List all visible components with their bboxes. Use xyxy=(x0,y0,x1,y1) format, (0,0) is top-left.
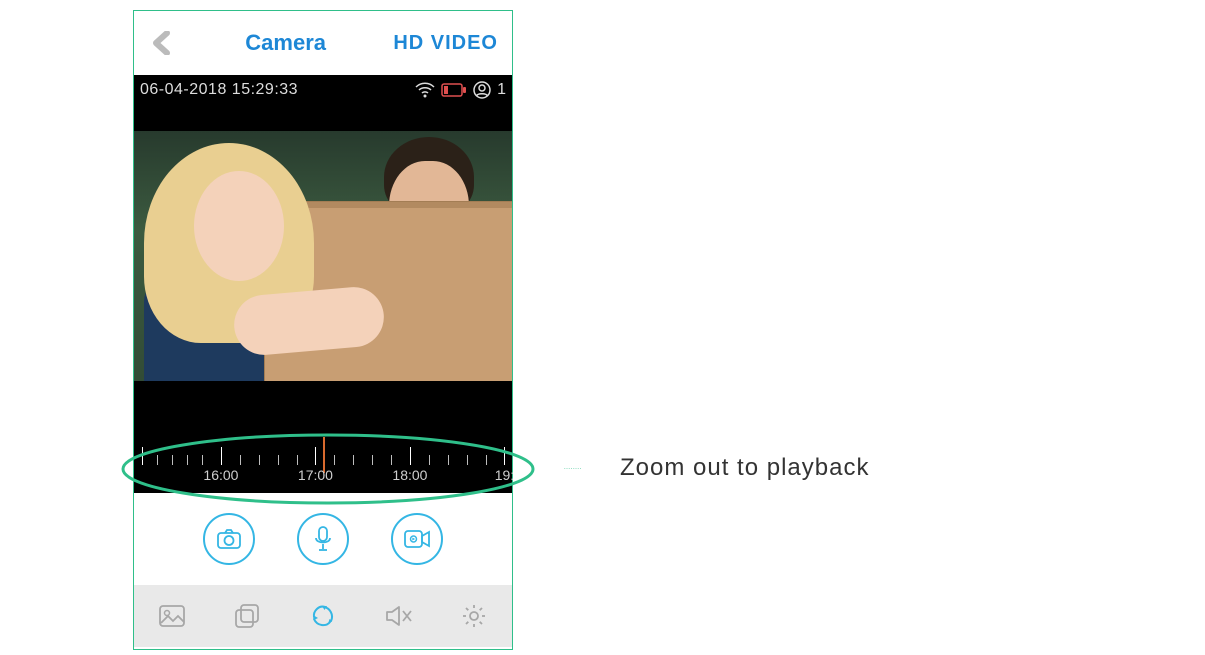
app-header: Camera HD VIDEO xyxy=(134,11,512,75)
record-button[interactable] xyxy=(391,513,443,565)
snapshot-button[interactable] xyxy=(203,513,255,565)
speaker-muted-icon xyxy=(385,605,413,627)
multiview-icon xyxy=(235,604,259,628)
gallery-button[interactable] xyxy=(157,601,187,631)
gallery-icon xyxy=(159,605,185,627)
person-count-icon xyxy=(473,81,491,99)
recycle-icon xyxy=(310,603,336,629)
back-chevron-icon xyxy=(152,31,170,55)
scene-figure xyxy=(194,171,284,281)
annotation-connector xyxy=(538,468,608,469)
recycle-button[interactable] xyxy=(308,601,338,631)
back-button[interactable] xyxy=(144,31,178,55)
multiview-button[interactable] xyxy=(232,601,262,631)
phone-frame: Camera HD VIDEO 06-04-2018 15:29:33 xyxy=(133,10,513,650)
wifi-icon xyxy=(415,82,435,98)
timeline-label: 16:00 xyxy=(203,467,238,483)
annotation-text: Zoom out to playback xyxy=(620,454,869,482)
page-title: Camera xyxy=(178,30,393,56)
overlay-timestamp: 06-04-2018 15:29:33 xyxy=(140,81,298,99)
microphone-button[interactable] xyxy=(297,513,349,565)
video-area: 06-04-2018 15:29:33 xyxy=(134,75,512,493)
settings-gear-icon xyxy=(462,604,486,628)
record-video-icon xyxy=(404,530,430,548)
viewer-count: 1 xyxy=(497,81,506,99)
settings-button[interactable] xyxy=(459,601,489,631)
hd-toggle[interactable]: HD VIDEO xyxy=(393,32,502,55)
bottom-toolbar xyxy=(134,585,512,647)
video-scene xyxy=(134,131,512,381)
battery-low-icon xyxy=(441,83,467,97)
timeline-label: 17:00 xyxy=(298,467,333,483)
timeline-label: 19: xyxy=(495,467,514,483)
controls-row xyxy=(134,493,512,585)
microphone-icon xyxy=(314,526,332,552)
overlay-status: 1 xyxy=(415,81,506,99)
mute-button[interactable] xyxy=(384,601,414,631)
video-overlay-top: 06-04-2018 15:29:33 xyxy=(140,81,506,99)
timeline-label: 18:00 xyxy=(392,467,427,483)
timeline-scrubber[interactable]: 16:00 17:00 18:00 19: xyxy=(134,437,512,493)
camera-snapshot-icon xyxy=(217,529,241,549)
video-feed[interactable] xyxy=(134,131,512,381)
